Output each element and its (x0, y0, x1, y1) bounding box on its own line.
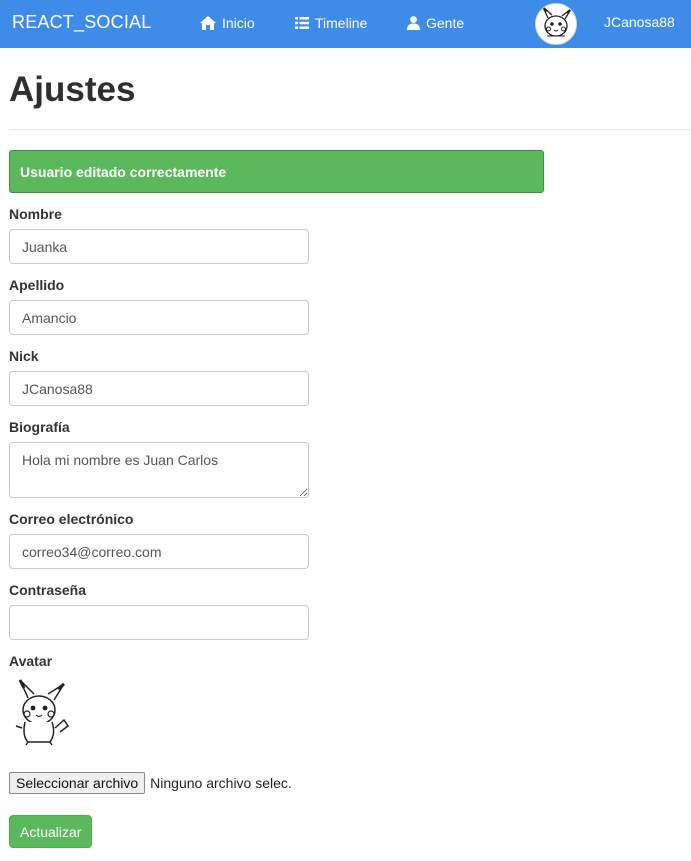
contrasena-input[interactable] (9, 605, 309, 640)
avatar-preview-image (12, 676, 74, 746)
correo-label: Correo electrónico (9, 511, 134, 527)
success-alert: Usuario editado correctamente (9, 150, 544, 193)
nick-input[interactable] (9, 371, 309, 406)
biografia-textarea[interactable]: Hola mi nombre es Juan Carlos (9, 442, 309, 498)
nav-item-label: Gente (426, 15, 465, 31)
update-button[interactable]: Actualizar (9, 815, 93, 848)
page-title: Ajustes (9, 70, 136, 109)
brand-logo[interactable]: REACT_SOCIAL (12, 12, 151, 33)
apellido-label: Apellido (9, 277, 65, 293)
nav-username[interactable]: JCanosa88 (604, 14, 675, 30)
choose-file-button[interactable]: Seleccionar archivo (9, 772, 146, 794)
nav-item-gente[interactable]: Gente (407, 14, 464, 32)
correo-input[interactable] (9, 534, 309, 569)
user-avatar[interactable] (535, 3, 577, 45)
file-upload-row: Seleccionar archivo Ninguno archivo sele… (9, 772, 292, 794)
biografia-label: Biografía (9, 419, 70, 435)
nav-item-inicio[interactable]: Inicio (200, 14, 255, 32)
nav-item-timeline[interactable]: Timeline (295, 14, 367, 32)
apellido-input[interactable] (9, 300, 309, 335)
nombre-label: Nombre (9, 206, 62, 222)
user-icon (407, 16, 420, 30)
nav-item-label: Timeline (315, 15, 368, 31)
file-status-text: Ninguno archivo selec. (150, 775, 292, 791)
home-icon (200, 16, 216, 30)
contrasena-label: Contraseña (9, 582, 87, 598)
avatar-label: Avatar (9, 653, 53, 669)
navbar: REACT_SOCIAL Inicio Timeline Gente JCano… (0, 0, 691, 48)
nav-item-label: Inicio (222, 15, 255, 31)
divider (9, 129, 691, 130)
list-icon (295, 17, 309, 29)
nombre-input[interactable] (9, 229, 309, 264)
nick-label: Nick (9, 348, 39, 364)
